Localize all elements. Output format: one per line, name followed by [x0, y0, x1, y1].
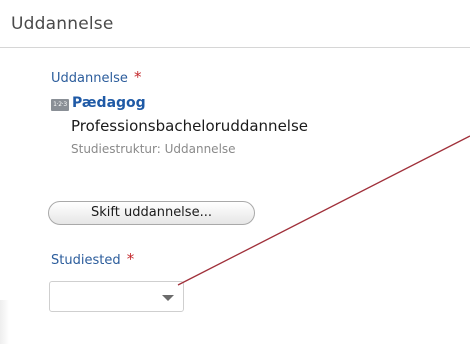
- annotation-overlay: [177, 135, 470, 286]
- annotation-line: [177, 135, 470, 286]
